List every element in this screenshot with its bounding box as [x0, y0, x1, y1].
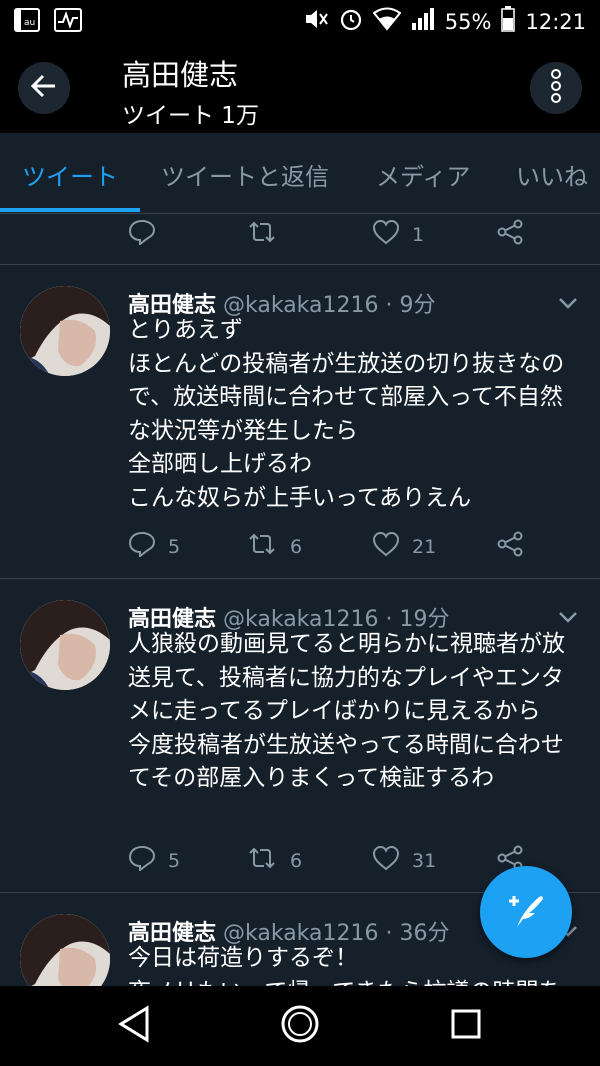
reply-button[interactable]: 5	[128, 531, 180, 562]
avatar[interactable]	[20, 600, 110, 690]
nav-recents-button[interactable]	[444, 1004, 488, 1048]
share-icon	[496, 219, 524, 250]
like-button[interactable]: 31	[372, 845, 436, 876]
retweet-icon	[246, 219, 278, 250]
nav-back-button[interactable]	[112, 1004, 156, 1048]
back-arrow-icon	[29, 71, 59, 105]
heart-icon	[372, 531, 400, 562]
reply-icon	[128, 219, 156, 250]
retweet-icon	[246, 531, 278, 562]
tab-tweets[interactable]: ツイート	[22, 157, 118, 192]
more-vertical-icon	[551, 69, 561, 107]
heart-icon	[372, 845, 400, 876]
retweet-button[interactable]	[246, 219, 290, 250]
avatar[interactable]	[20, 286, 110, 376]
compose-tweet-button[interactable]	[480, 866, 572, 958]
heart-icon	[372, 219, 400, 250]
clock: 12:21	[525, 9, 586, 34]
profile-header: 高田健志 ツイート 1万	[0, 40, 600, 133]
chevron-down-icon	[558, 295, 578, 314]
circle-home-icon	[280, 1004, 320, 1048]
like-count: 1	[412, 223, 425, 246]
reply-icon	[128, 531, 156, 562]
share-button[interactable]	[496, 531, 524, 562]
like-button[interactable]: 1	[372, 219, 424, 250]
avatar[interactable]	[20, 914, 110, 986]
retweet-button[interactable]: 6	[246, 845, 302, 876]
like-button[interactable]: 21	[372, 531, 436, 562]
au-sim-icon: au	[14, 8, 40, 36]
compose-feather-icon	[503, 887, 549, 937]
nav-home-button[interactable]	[278, 1004, 322, 1048]
like-count: 31	[412, 849, 437, 872]
battery-percent: 55%	[444, 9, 492, 34]
profile-tabs: ツイート ツイートと返信 メディア いいね	[0, 133, 600, 214]
tab-tweets-and-replies[interactable]: ツイートと返信	[161, 157, 329, 192]
tweet-item[interactable]: 高田健志 @kakaka1216 · 9分 とりあえず ほとんどの投稿者が生放送…	[0, 265, 600, 578]
like-count: 21	[412, 535, 437, 558]
share-icon	[496, 531, 524, 562]
system-nav-bar	[0, 986, 600, 1066]
retweet-button[interactable]: 6	[246, 531, 302, 562]
tab-media[interactable]: メディア	[376, 157, 470, 192]
reply-count: 5	[168, 535, 181, 558]
tweet-actions: 1	[128, 219, 568, 249]
activity-icon	[54, 8, 82, 36]
tweet-actions: 5 6 31	[128, 845, 568, 875]
battery-icon	[501, 6, 516, 37]
svg-text:au: au	[24, 18, 35, 28]
tweet-menu-button[interactable]	[558, 295, 578, 309]
retweet-count: 6	[290, 535, 303, 558]
profile-name: 高田健志	[122, 58, 239, 92]
reply-icon	[128, 845, 156, 876]
tweet-text: 人狼殺の動画見てると明らかに視聴者が放送見て、投稿者に協力的なプレイやエンタメに…	[128, 631, 565, 791]
tweet-actions: 5 6 21	[128, 531, 568, 561]
status-bar: au 55% 12:21	[0, 0, 600, 40]
tweet-text: とりあえず ほとんどの投稿者が生放送の切り抜きなので、放送時間に合わせて部屋入っ…	[128, 317, 565, 511]
triangle-back-icon	[117, 1005, 151, 1047]
more-options-button[interactable]	[530, 62, 582, 114]
tab-likes[interactable]: いいね	[516, 157, 588, 192]
mute-icon	[303, 7, 329, 36]
wifi-icon	[372, 7, 402, 36]
reply-count: 5	[168, 849, 181, 872]
share-button[interactable]	[496, 219, 524, 250]
square-recents-icon	[450, 1008, 482, 1044]
retweet-count: 6	[290, 849, 303, 872]
tweet-count: ツイート 1万	[122, 103, 259, 129]
chevron-down-icon	[558, 609, 578, 628]
tweet-item[interactable]: 高田健志 @kakaka1216 · 19分 人狼殺の動画見てると明らかに視聴者…	[0, 579, 600, 892]
reply-button[interactable]	[128, 219, 168, 250]
active-tab-indicator	[0, 208, 140, 212]
alarm-icon	[339, 7, 363, 36]
signal-icon	[411, 7, 435, 36]
retweet-icon	[246, 845, 278, 876]
reply-button[interactable]: 5	[128, 845, 180, 876]
back-button[interactable]	[18, 62, 70, 114]
tweet-menu-button[interactable]	[558, 609, 578, 623]
